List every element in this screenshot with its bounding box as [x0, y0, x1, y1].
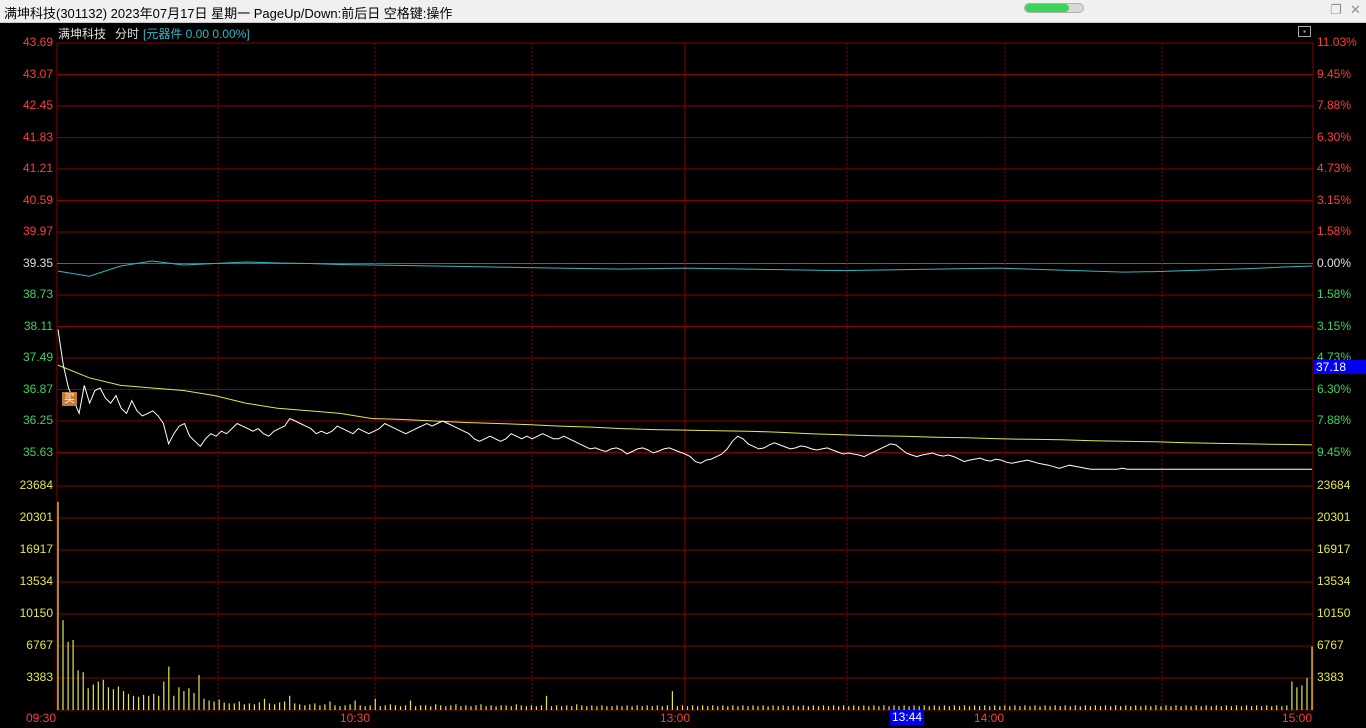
volume-label-right: 16917 — [1317, 542, 1351, 556]
price-label: 38.11 — [23, 318, 53, 333]
time-label: 15:00 — [1282, 711, 1313, 725]
volume-label: 13534 — [19, 574, 53, 588]
percent-label: 3.15% — [1317, 318, 1352, 333]
time-label: 10:30 — [340, 711, 371, 725]
price-label: 36.87 — [22, 381, 53, 396]
percent-label: 6.30% — [1317, 381, 1352, 396]
volume-label-right: 13534 — [1317, 574, 1351, 588]
price-label: 41.83 — [22, 129, 53, 144]
stock-name: 满坤科技 — [58, 27, 107, 41]
volume-label-right: 6767 — [1317, 638, 1344, 652]
percent-label: 7.88% — [1317, 98, 1352, 112]
window-title: 满坤科技(301132) 2023年07月17日 星期一 PageUp/Down… — [4, 6, 453, 21]
percent-label: 9.45% — [1317, 66, 1352, 81]
price-label: 38.73 — [22, 287, 53, 301]
indicator-label: [元器件 0.00 0.00%] — [143, 27, 250, 41]
price-label: 42.45 — [22, 98, 53, 112]
price-label: 40.59 — [22, 192, 53, 207]
time-label: 14:00 — [974, 711, 1005, 725]
percent-label: 7.88% — [1317, 413, 1352, 427]
time-label: 13:00 — [660, 711, 691, 725]
volume-label: 6767 — [26, 638, 53, 652]
percent-label: 3.15% — [1317, 192, 1352, 207]
price-label: 39.35 — [22, 255, 53, 270]
close-icon[interactable]: ✕ — [1350, 2, 1361, 18]
volume-label-right: 20301 — [1317, 510, 1351, 524]
volume-label-right: 3383 — [1317, 670, 1344, 684]
current-price-tag: 37.18 — [1314, 360, 1366, 374]
buy-marker: 买 — [62, 392, 77, 406]
mode-label: 分时 — [115, 27, 140, 41]
price-label: 41.21 — [22, 161, 53, 175]
price-label: 36.25 — [22, 413, 53, 427]
percent-label: 1.58% — [1317, 287, 1352, 301]
volume-label: 16917 — [19, 542, 53, 556]
volume-label-right: 10150 — [1317, 606, 1351, 620]
chart-grid — [56, 42, 1314, 711]
progress-bar — [1024, 3, 1084, 13]
percent-label: 9.45% — [1317, 444, 1352, 459]
title-bar: 满坤科技(301132) 2023年07月17日 星期一 PageUp/Down… — [0, 0, 1366, 23]
percent-label: 4.73% — [1317, 161, 1352, 175]
price-label: 37.49 — [22, 350, 53, 364]
percent-label: 0.00% — [1317, 255, 1352, 270]
time-label: 09:30 — [26, 711, 57, 725]
volume-label: 23684 — [19, 478, 53, 492]
intraday-chart[interactable] — [0, 23, 1366, 728]
price-label: 43.07 — [22, 66, 53, 81]
percent-label: 6.30% — [1317, 129, 1352, 144]
progress-fill — [1025, 4, 1069, 12]
volume-label: 3383 — [26, 670, 53, 684]
restore-icon[interactable]: ❐ — [1330, 2, 1342, 18]
price-label: 43.69 — [22, 35, 53, 49]
volume-label: 10150 — [19, 606, 53, 620]
cursor-time-tag: 13:44 — [890, 710, 924, 725]
volume-label-right: 23684 — [1317, 478, 1351, 492]
percent-label: 11.03% — [1317, 35, 1357, 49]
price-label: 39.97 — [22, 224, 53, 238]
price-label: 35.63 — [22, 444, 53, 459]
panel-toggle-icon[interactable]: ▪ — [1298, 26, 1311, 37]
volume-label: 20301 — [19, 510, 53, 524]
percent-label: 1.58% — [1317, 224, 1352, 238]
